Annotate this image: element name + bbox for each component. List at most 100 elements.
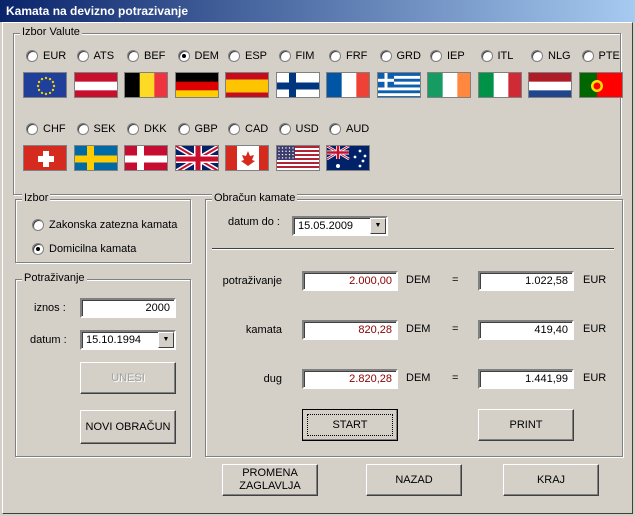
start-button[interactable]: START bbox=[302, 409, 398, 441]
nazad-button[interactable]: NAZAD bbox=[366, 464, 462, 496]
calc-row-converted: 1.441,99 bbox=[478, 369, 574, 389]
flag-chf-icon[interactable] bbox=[23, 145, 67, 171]
radio-currency-ats[interactable]: ATS bbox=[76, 50, 115, 62]
chevron-down-icon[interactable]: ▼ bbox=[158, 332, 174, 348]
radio-circle bbox=[278, 123, 291, 135]
radio-domicilna-kamata[interactable]: Domicilna kamata bbox=[32, 243, 136, 255]
iznos-label: iznos : bbox=[34, 302, 66, 314]
flag-pte-icon[interactable] bbox=[578, 72, 623, 98]
currency-code-label: ESP bbox=[245, 50, 268, 62]
flag-dem-icon[interactable] bbox=[174, 72, 219, 98]
radio-currency-pte[interactable]: PTE bbox=[581, 50, 620, 62]
main-window: Izbor Valute EUR ATS BEF DEM ESP FIM FRF GRD IEP… bbox=[2, 22, 633, 514]
radio-currency-itl[interactable]: ITL bbox=[480, 50, 513, 62]
flag-frf-icon[interactable] bbox=[326, 72, 370, 98]
flag-grd-icon[interactable] bbox=[376, 72, 421, 98]
radio-currency-iep[interactable]: IEP bbox=[430, 50, 465, 62]
calc-row-target-currency: EUR bbox=[583, 274, 607, 286]
calc-row-value: 2.000,00 bbox=[302, 271, 398, 291]
potrazivanje-group-legend: Potraživanje bbox=[22, 272, 87, 284]
flag-bef-icon[interactable] bbox=[124, 72, 168, 98]
promena-line2: ZAGLAVLJA bbox=[239, 480, 301, 492]
radio-currency-aud[interactable]: AUD bbox=[329, 123, 369, 135]
currency-group: Izbor Valute EUR ATS BEF DEM ESP FIM FRF GRD IEP… bbox=[13, 26, 623, 195]
flag-gbp-icon[interactable] bbox=[174, 145, 219, 171]
promena-zaglavlja-button[interactable]: PROMENA ZAGLAVLJA bbox=[222, 464, 318, 496]
currency-code-label: USD bbox=[295, 123, 319, 135]
currency-code-label: GRD bbox=[396, 50, 421, 62]
datum-select[interactable]: 15.10.1994 ▼ bbox=[80, 330, 176, 350]
calc-row-target-currency: EUR bbox=[583, 372, 607, 384]
radio-currency-usd[interactable]: USD bbox=[278, 123, 319, 135]
flag-usd-icon[interactable] bbox=[275, 145, 320, 171]
currency-code-label: ATS bbox=[93, 50, 115, 62]
izbor-group: Izbor Zakonska zatezna kamata Domicilna … bbox=[15, 192, 191, 263]
radio-currency-cad[interactable]: CAD bbox=[228, 123, 268, 135]
radio-currency-grd[interactable]: GRD bbox=[379, 50, 421, 62]
radio-circle bbox=[32, 243, 44, 255]
novi-obracun-button[interactable]: NOVI OBRAČUN bbox=[80, 410, 176, 444]
calc-row-converted: 1.022,58 bbox=[478, 271, 574, 291]
iznos-input[interactable]: 2000 bbox=[80, 298, 176, 318]
promena-line1: PROMENA bbox=[242, 467, 298, 479]
radio-currency-nlg[interactable]: NLG bbox=[531, 50, 571, 62]
currency-code-label: IEP bbox=[447, 50, 465, 62]
radio-currency-eur[interactable]: EUR bbox=[26, 50, 66, 62]
radio-circle bbox=[278, 50, 291, 62]
unesi-button[interactable]: UNESI bbox=[80, 362, 176, 394]
flag-iep-icon[interactable] bbox=[427, 72, 471, 98]
currency-code-label: FIM bbox=[295, 50, 315, 62]
calc-row-converted: 419,40 bbox=[478, 320, 574, 340]
radio-currency-fim[interactable]: FIM bbox=[278, 50, 315, 62]
chevron-down-icon[interactable]: ▼ bbox=[370, 218, 386, 234]
radio-circle bbox=[379, 50, 392, 62]
flag-eur-icon[interactable] bbox=[23, 72, 67, 98]
flag-aud-icon[interactable] bbox=[326, 145, 370, 171]
print-button[interactable]: PRINT bbox=[478, 409, 574, 441]
radio-currency-dkk[interactable]: DKK bbox=[127, 123, 167, 135]
calc-row-currency: DEM bbox=[406, 372, 431, 384]
calc-row-value: 820,28 bbox=[302, 320, 398, 340]
radio-circle bbox=[581, 50, 594, 62]
radio-circle bbox=[26, 50, 38, 62]
flag-cad-icon[interactable] bbox=[225, 145, 269, 171]
radio-zakonska-kamata[interactable]: Zakonska zatezna kamata bbox=[32, 219, 177, 231]
equals-sign: = bbox=[452, 323, 459, 335]
flag-dkk-icon[interactable] bbox=[124, 145, 168, 171]
calc-row-currency: DEM bbox=[406, 323, 431, 335]
flag-ats-icon[interactable] bbox=[73, 72, 118, 98]
radio-circle bbox=[531, 50, 543, 62]
flag-itl-icon[interactable] bbox=[477, 72, 522, 98]
currency-code-label: DEM bbox=[194, 50, 219, 62]
window-title: Kamata na devizno potrazivanje bbox=[0, 0, 635, 22]
radio-currency-gbp[interactable]: GBP bbox=[177, 123, 218, 135]
radio-currency-esp[interactable]: ESP bbox=[228, 50, 267, 62]
obracun-group-legend: Obračun kamate bbox=[212, 192, 298, 204]
flag-nlg-icon[interactable] bbox=[528, 72, 572, 98]
datum-do-select[interactable]: 15.05.2009 ▼ bbox=[292, 216, 388, 236]
radio-circle bbox=[228, 123, 240, 135]
radio-currency-bef[interactable]: BEF bbox=[127, 50, 165, 62]
kraj-button[interactable]: KRAJ bbox=[503, 464, 599, 496]
currency-code-label: DKK bbox=[144, 123, 167, 135]
radio-currency-sek[interactable]: SEK bbox=[76, 123, 116, 135]
radio-currency-chf[interactable]: CHF bbox=[26, 123, 66, 135]
radio-circle bbox=[329, 50, 341, 62]
obracun-group: Obračun kamate datum do : 15.05.2009 ▼ p… bbox=[205, 192, 623, 457]
currency-code-label: CHF bbox=[43, 123, 66, 135]
radio-circle bbox=[177, 50, 190, 62]
flag-sek-icon[interactable] bbox=[73, 145, 118, 171]
equals-sign: = bbox=[452, 274, 459, 286]
radio-circle bbox=[127, 123, 139, 135]
radio-currency-dem[interactable]: DEM bbox=[177, 50, 219, 62]
currency-code-label: CAD bbox=[245, 123, 269, 135]
izbor-group-legend: Izbor bbox=[22, 192, 51, 204]
calc-row-target-currency: EUR bbox=[583, 323, 607, 335]
radio-circle bbox=[430, 50, 442, 62]
datum-label: datum : bbox=[30, 334, 67, 346]
flag-fim-icon[interactable] bbox=[275, 72, 320, 98]
calc-row-currency: DEM bbox=[406, 274, 431, 286]
datum-do-label: datum do : bbox=[228, 216, 280, 228]
radio-currency-frf[interactable]: FRF bbox=[329, 50, 367, 62]
flag-esp-icon[interactable] bbox=[225, 72, 269, 98]
